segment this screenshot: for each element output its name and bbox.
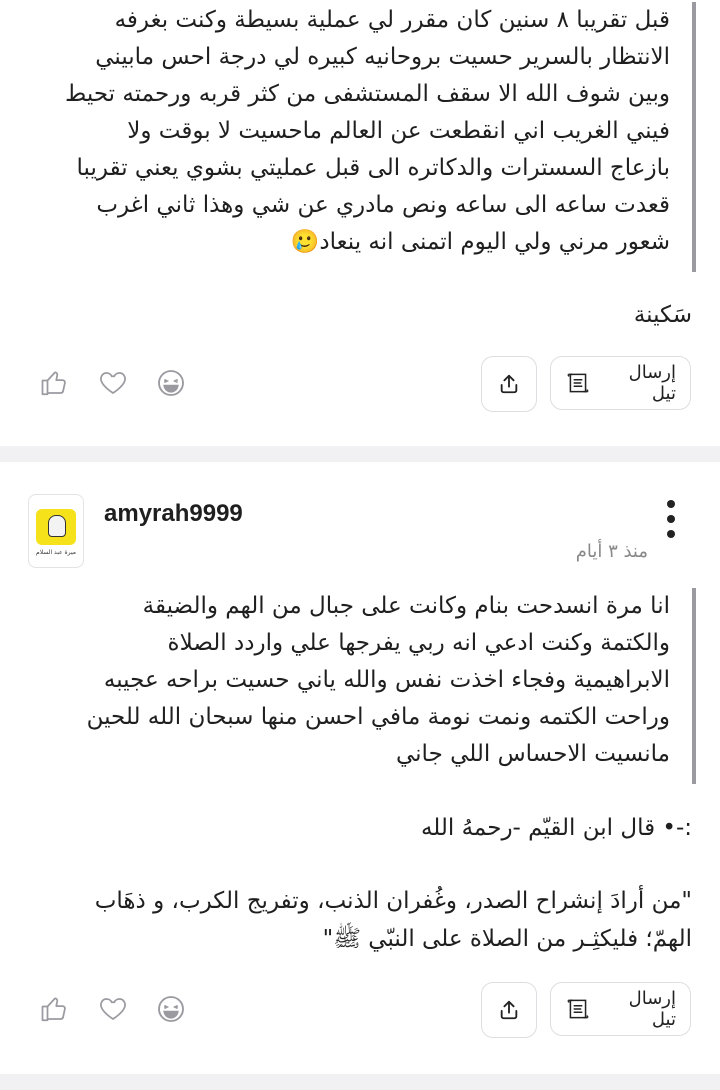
post-text-body: "من أرادَ إنشراح الصدر، وغُفران الذنب، و… xyxy=(94,888,692,952)
like-icon xyxy=(41,997,66,1022)
heart-button[interactable] xyxy=(96,366,130,400)
more-options-button[interactable] xyxy=(666,500,676,538)
post-text: سَكينة xyxy=(633,302,692,328)
share-icon xyxy=(500,1000,518,1020)
more-icon xyxy=(667,500,675,508)
laugh-button[interactable] xyxy=(154,366,188,400)
laugh-icon xyxy=(158,370,184,396)
snap-avatar-bg xyxy=(36,509,76,545)
scroll-icon xyxy=(567,999,589,1019)
laugh-button[interactable] xyxy=(154,992,188,1026)
share-button[interactable] xyxy=(481,982,537,1038)
avatar-caption: ميرة عبد السلام xyxy=(36,549,76,556)
post-card-2: ميرة عبد السلام amyrah9999 منذ ٣ أيام ان… xyxy=(0,462,720,1074)
share-icon xyxy=(500,374,518,394)
send-tail-label: إرسال تيل xyxy=(628,988,676,1030)
send-tail-label: إرسال تيل xyxy=(628,362,676,404)
like-icon xyxy=(41,371,66,396)
post-text-intro: :-• قال ابن القيّم -رحمهُ الله xyxy=(420,815,692,841)
post-card-1: قبل تقريبا ٨ سنين كان مقرر لي عملية بسيط… xyxy=(0,0,720,446)
like-button[interactable] xyxy=(38,992,72,1026)
post-separator xyxy=(0,446,720,462)
post-separator xyxy=(0,1074,720,1090)
share-button[interactable] xyxy=(481,356,537,412)
laugh-icon xyxy=(158,996,184,1022)
post-time: منذ ٣ أيام xyxy=(575,541,648,562)
post-quote: انا مرة انسدحت بنام وكانت على جبال من ال… xyxy=(24,588,696,784)
send-tail-button[interactable]: إرسال تيل xyxy=(550,356,691,410)
heart-button[interactable] xyxy=(96,992,130,1026)
send-tail-button[interactable]: إرسال تيل xyxy=(550,982,691,1036)
heart-icon xyxy=(100,998,126,1021)
like-button[interactable] xyxy=(38,366,72,400)
reaction-bar xyxy=(38,366,188,400)
avatar[interactable]: ميرة عبد السلام xyxy=(28,494,84,568)
post-quote: قبل تقريبا ٨ سنين كان مقرر لي عملية بسيط… xyxy=(24,2,696,272)
heart-icon xyxy=(100,372,126,395)
reaction-bar xyxy=(38,992,188,1026)
username[interactable]: amyrah9999 xyxy=(104,500,243,528)
scroll-icon xyxy=(567,373,589,393)
